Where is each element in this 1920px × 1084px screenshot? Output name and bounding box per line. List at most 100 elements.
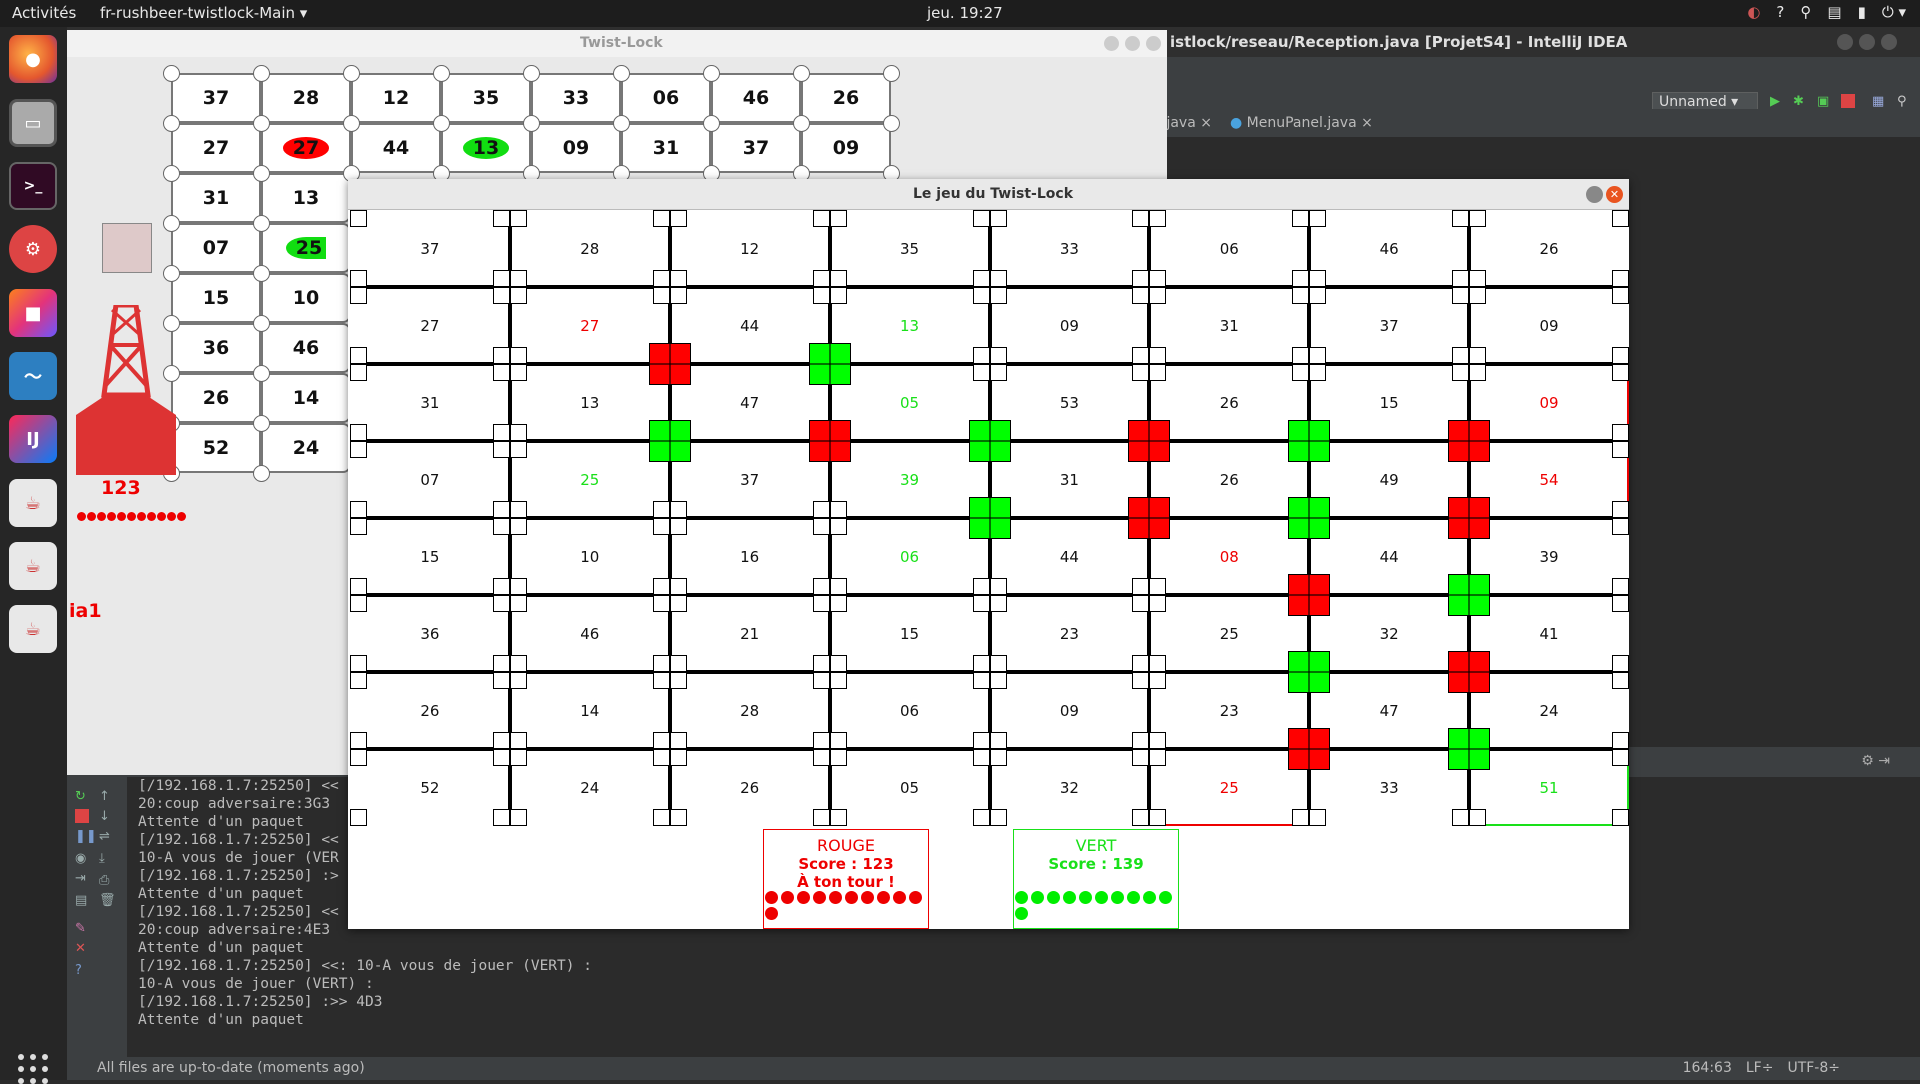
board-cell[interactable]: 09 — [990, 287, 1150, 364]
lock-slot[interactable] — [1292, 210, 1310, 227]
lock-slot[interactable] — [972, 672, 990, 689]
lock-slot[interactable] — [812, 732, 830, 749]
lock-slot[interactable] — [350, 749, 367, 766]
lock-slot[interactable] — [829, 672, 847, 689]
lock-slot[interactable] — [989, 672, 1007, 689]
board-cell[interactable]: 07 — [350, 441, 510, 518]
coverage-icon[interactable]: ▣ — [1817, 94, 1831, 109]
lock-slot[interactable] — [492, 672, 510, 689]
app-menu[interactable]: fr-rushbeer-twistlock-Main ▾ — [100, 4, 307, 22]
lock-slot[interactable] — [1309, 210, 1327, 227]
twist-lock[interactable] — [1288, 728, 1331, 770]
lock-slot[interactable] — [972, 749, 990, 766]
jetbrains-toolbox-icon[interactable]: ■ — [9, 289, 57, 337]
lock-slot[interactable] — [1452, 347, 1470, 364]
tab-menupanel[interactable]: ● MenuPanel.java × — [1230, 115, 1373, 131]
lock-slot[interactable] — [989, 347, 1007, 364]
system-monitor-icon[interactable]: 〜 — [9, 352, 57, 400]
board-cell[interactable]: 31 — [1149, 287, 1309, 364]
run-icon[interactable]: ▶ — [1770, 94, 1784, 109]
lock-slot[interactable] — [1452, 364, 1470, 381]
lock-slot[interactable] — [1469, 287, 1487, 304]
settings-icon[interactable]: ⚙ — [9, 225, 57, 273]
layout-icon[interactable]: ▤ — [75, 893, 89, 908]
power-icon[interactable]: ⏻ ▾ — [1882, 3, 1906, 21]
lock-slot[interactable] — [1309, 364, 1327, 381]
accessibility-icon[interactable]: ⚲ — [1800, 3, 1811, 21]
lock-slot[interactable] — [972, 732, 990, 749]
lock-slot[interactable] — [492, 749, 510, 766]
board-cell[interactable]: 49 — [1309, 441, 1469, 518]
lock-slot[interactable] — [1132, 595, 1150, 612]
lock-slot[interactable] — [1149, 655, 1167, 672]
lock-slot[interactable] — [350, 347, 367, 364]
board-cell[interactable]: 32 — [990, 749, 1150, 826]
lock-slot[interactable] — [972, 364, 990, 381]
lock-slot[interactable] — [509, 749, 527, 766]
search-everywhere-icon[interactable]: ⚲ — [1897, 94, 1911, 109]
java-icon[interactable]: ☕ — [9, 542, 57, 590]
lock-slot[interactable] — [509, 732, 527, 749]
lock-slot[interactable] — [812, 578, 830, 595]
lock-slot[interactable] — [1149, 595, 1167, 612]
board-cell[interactable]: 46 — [1309, 210, 1469, 287]
board-cell[interactable]: 05 — [830, 749, 990, 826]
firefox-icon[interactable]: ● — [9, 35, 57, 83]
lock-slot[interactable] — [509, 672, 527, 689]
board-cell[interactable]: 27 — [350, 287, 510, 364]
twist-lock[interactable] — [1288, 574, 1331, 616]
lock-slot[interactable] — [492, 270, 510, 287]
lock-slot[interactable] — [829, 809, 847, 826]
lock-slot[interactable] — [492, 347, 510, 364]
board-cell[interactable]: 23 — [990, 595, 1150, 672]
lock-slot[interactable] — [492, 424, 510, 441]
lock-slot[interactable] — [492, 595, 510, 612]
close-button[interactable] — [1146, 36, 1161, 51]
clock[interactable]: jeu. 19:27 — [927, 4, 1003, 22]
lock-slot[interactable] — [669, 749, 687, 766]
lock-slot[interactable] — [492, 655, 510, 672]
lock-slot[interactable] — [989, 364, 1007, 381]
board-cell[interactable]: 44 — [990, 518, 1150, 595]
board-cell[interactable]: 25 — [1149, 595, 1309, 672]
twist-lock[interactable] — [808, 420, 851, 462]
lock-slot[interactable] — [1292, 347, 1310, 364]
lock-slot[interactable] — [1612, 655, 1629, 672]
board-cell[interactable]: 21 — [670, 595, 830, 672]
lock-slot[interactable] — [1452, 270, 1470, 287]
lock-slot[interactable] — [350, 595, 367, 612]
lock-slot[interactable] — [972, 595, 990, 612]
lock-slot[interactable] — [669, 518, 687, 535]
lock-slot[interactable] — [669, 287, 687, 304]
twist-lock[interactable] — [1288, 497, 1331, 539]
board-cell[interactable]: 25 — [1149, 749, 1309, 826]
board-cell[interactable]: 47 — [670, 364, 830, 441]
lock-slot[interactable] — [989, 749, 1007, 766]
board-cell[interactable]: 26 — [1149, 441, 1309, 518]
lock-slot[interactable] — [509, 270, 527, 287]
lock-slot[interactable] — [989, 270, 1007, 287]
lock-slot[interactable] — [1612, 210, 1629, 227]
board-cell[interactable]: 33 — [990, 210, 1150, 287]
lock-slot[interactable] — [1309, 287, 1327, 304]
lock-slot[interactable] — [350, 364, 367, 381]
lock-slot[interactable] — [669, 578, 687, 595]
lock-slot[interactable] — [669, 210, 687, 227]
lock-slot[interactable] — [1612, 364, 1629, 381]
lock-slot[interactable] — [1149, 809, 1167, 826]
lock-slot[interactable] — [829, 655, 847, 672]
maximize-button[interactable] — [1859, 34, 1875, 50]
board-cell[interactable]: 31 — [350, 364, 510, 441]
board-cell[interactable]: 44 — [670, 287, 830, 364]
lock-slot[interactable] — [350, 501, 367, 518]
lock-slot[interactable] — [1292, 270, 1310, 287]
board-cell[interactable]: 24 — [1469, 672, 1629, 749]
lock-slot[interactable] — [989, 655, 1007, 672]
up-arrow-icon[interactable]: ↑ — [99, 789, 113, 804]
twist-lock[interactable] — [808, 343, 851, 385]
lock-slot[interactable] — [1149, 270, 1167, 287]
board-cell[interactable]: 28 — [510, 210, 670, 287]
board-cell[interactable]: 10 — [510, 518, 670, 595]
board-cell[interactable]: 24 — [510, 749, 670, 826]
lock-slot[interactable] — [972, 809, 990, 826]
